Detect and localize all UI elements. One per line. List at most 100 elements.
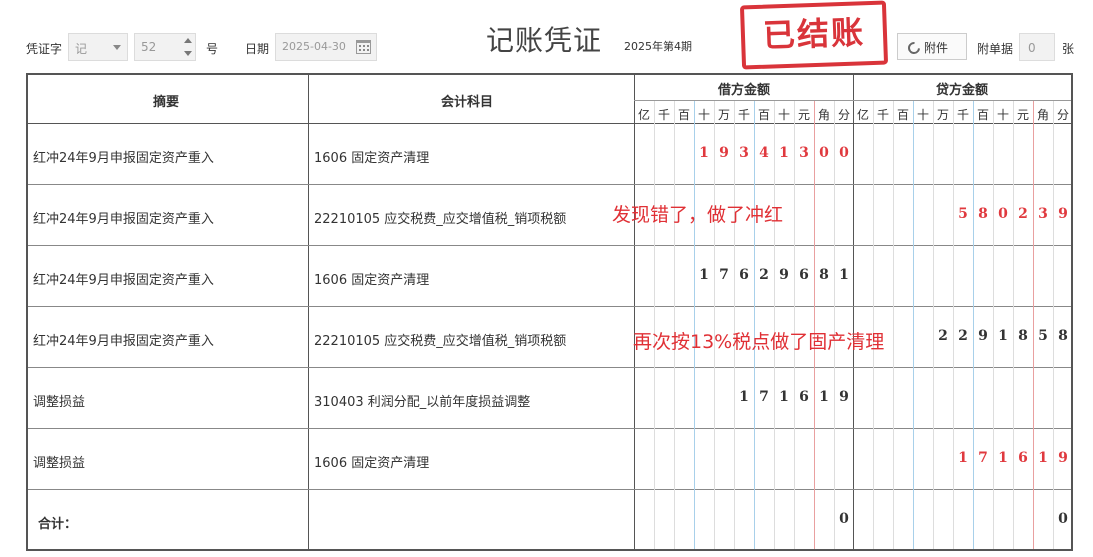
- row-divider: [28, 428, 1071, 429]
- row-5-summary[interactable]: 调整损益: [33, 452, 85, 471]
- credit-unit-label: 千: [876, 108, 889, 122]
- row-5-credit-digit: 9: [1058, 450, 1068, 466]
- voucher-word-value: 记: [75, 42, 88, 56]
- annotation-reversal: 发现错了，做了冲红: [612, 204, 784, 226]
- column-header-account: 会计科目: [441, 95, 494, 110]
- credit-unit-label: 十: [996, 108, 1009, 122]
- row-1-credit-digit: 3: [1038, 206, 1048, 222]
- row-2-debit-digit: 1: [699, 267, 709, 283]
- row-divider: [28, 184, 1071, 185]
- row-1-credit-digit: 8: [978, 206, 988, 222]
- debit-unit-label: 元: [797, 108, 810, 122]
- row-5-credit-digit: 1: [1038, 450, 1048, 466]
- digit-column-line: [714, 101, 715, 549]
- credit-unit-label: 千: [956, 108, 969, 122]
- total-credit-digit: 0: [1058, 511, 1068, 527]
- digit-column-line: [893, 101, 894, 549]
- row-4-debit-digit: 6: [799, 389, 809, 405]
- row-1-credit-digit: 0: [998, 206, 1008, 222]
- row-3-summary[interactable]: 红冲24年9月申报固定资产重入: [33, 330, 214, 349]
- annotation-fixed-asset-clearing: 再次按13%税点做了固产清理: [633, 331, 885, 353]
- digit-column-line: [993, 101, 994, 549]
- column-divider: [308, 75, 309, 549]
- row-5-credit-digit: 1: [998, 450, 1008, 466]
- credit-unit-label: 十: [916, 108, 929, 122]
- attachment-count-input[interactable]: 0: [1019, 33, 1055, 61]
- row-3-credit-digit: 8: [1018, 328, 1028, 344]
- row-3-credit-digit: 5: [1038, 328, 1048, 344]
- debit-unit-label: 分: [837, 108, 850, 122]
- page-title: 记账凭证: [486, 24, 603, 57]
- credit-unit-label: 角: [1036, 108, 1049, 122]
- attachment-count-value: 0: [1028, 41, 1036, 55]
- digit-column-line: [953, 101, 954, 549]
- credit-unit-label: 分: [1056, 108, 1069, 122]
- row-0-debit-digit: 0: [839, 145, 849, 161]
- paperclip-icon: [905, 39, 923, 57]
- row-4-debit-digit: 1: [819, 389, 829, 405]
- digit-column-line: [694, 101, 695, 549]
- row-4-summary[interactable]: 调整损益: [33, 391, 85, 410]
- row-3-credit-digit: 9: [978, 328, 988, 344]
- row-1-account[interactable]: 22210105 应交税费_应交增值税_销项税额: [314, 208, 566, 227]
- row-divider: [28, 489, 1071, 490]
- debit-unit-label: 千: [737, 108, 750, 122]
- credit-unit-label: 万: [936, 108, 949, 122]
- digit-column-line: [734, 101, 735, 549]
- date-picker[interactable]: 2025-04-30: [275, 33, 377, 61]
- column-header-credit: 贷方金额: [936, 83, 989, 98]
- row-3-credit-digit: 2: [958, 328, 968, 344]
- column-header-debit: 借方金额: [718, 83, 771, 98]
- closed-stamp: 已结账: [739, 0, 889, 70]
- voucher-number-stepper[interactable]: 52: [134, 33, 196, 61]
- debit-unit-label: 角: [817, 108, 830, 122]
- voucher-number-value: 52: [141, 40, 157, 54]
- digit-column-line: [794, 101, 795, 549]
- credit-unit-label: 元: [1016, 108, 1029, 122]
- row-2-debit-digit: 7: [719, 267, 729, 283]
- digit-column-line: [1033, 101, 1034, 549]
- attachment-unit: 张: [1062, 42, 1075, 56]
- digit-column-line: [674, 101, 675, 549]
- row-divider: [28, 306, 1071, 307]
- total-label: 合计：: [38, 517, 78, 532]
- row-divider: [28, 123, 1071, 124]
- row-0-debit-digit: 0: [819, 145, 829, 161]
- row-2-debit-digit: 9: [779, 267, 789, 283]
- row-1-credit-digit: 2: [1018, 206, 1028, 222]
- row-3-credit-digit: 2: [938, 328, 948, 344]
- voucher-word-select[interactable]: 记: [68, 33, 128, 61]
- digit-column-line: [1053, 101, 1054, 549]
- row-0-debit-digit: 4: [759, 145, 769, 161]
- row-2-debit-digit: 2: [759, 267, 769, 283]
- row-2-account[interactable]: 1606 固定资产清理: [314, 269, 429, 288]
- attachment-button-label: 附件: [924, 41, 949, 55]
- row-4-debit-digit: 9: [839, 389, 849, 405]
- calendar-icon[interactable]: [356, 40, 371, 54]
- debit-unit-label: 十: [777, 108, 790, 122]
- date-value: 2025-04-30: [282, 40, 346, 53]
- row-1-credit-digit: 9: [1058, 206, 1068, 222]
- debit-unit-label: 百: [757, 108, 770, 122]
- row-4-account[interactable]: 310403 利润分配_以前年度损益调整: [314, 391, 530, 410]
- row-2-debit-digit: 1: [839, 267, 849, 283]
- total-debit-digit: 0: [839, 511, 849, 527]
- row-0-debit-digit: 1: [699, 145, 709, 161]
- debit-unit-label: 万: [717, 108, 730, 122]
- row-2-debit-digit: 8: [819, 267, 829, 283]
- row-1-credit-digit: 5: [958, 206, 968, 222]
- row-0-account[interactable]: 1606 固定资产清理: [314, 147, 429, 166]
- voucher-word-label: 凭证字: [26, 42, 63, 56]
- row-0-debit-digit: 3: [799, 145, 809, 161]
- stepper-arrows-icon[interactable]: [183, 37, 193, 57]
- row-3-account[interactable]: 22210105 应交税费_应交增值税_销项税额: [314, 330, 566, 349]
- row-1-summary[interactable]: 红冲24年9月申报固定资产重入: [33, 208, 214, 227]
- row-5-account[interactable]: 1606 固定资产清理: [314, 452, 429, 471]
- row-2-summary[interactable]: 红冲24年9月申报固定资产重入: [33, 269, 214, 288]
- column-header-summary: 摘要: [153, 95, 180, 110]
- row-0-summary[interactable]: 红冲24年9月申报固定资产重入: [33, 147, 214, 166]
- attachment-button[interactable]: 附件: [897, 33, 967, 60]
- digit-column-line: [754, 101, 755, 549]
- credit-unit-label: 亿: [856, 108, 869, 122]
- digit-column-line: [774, 101, 775, 549]
